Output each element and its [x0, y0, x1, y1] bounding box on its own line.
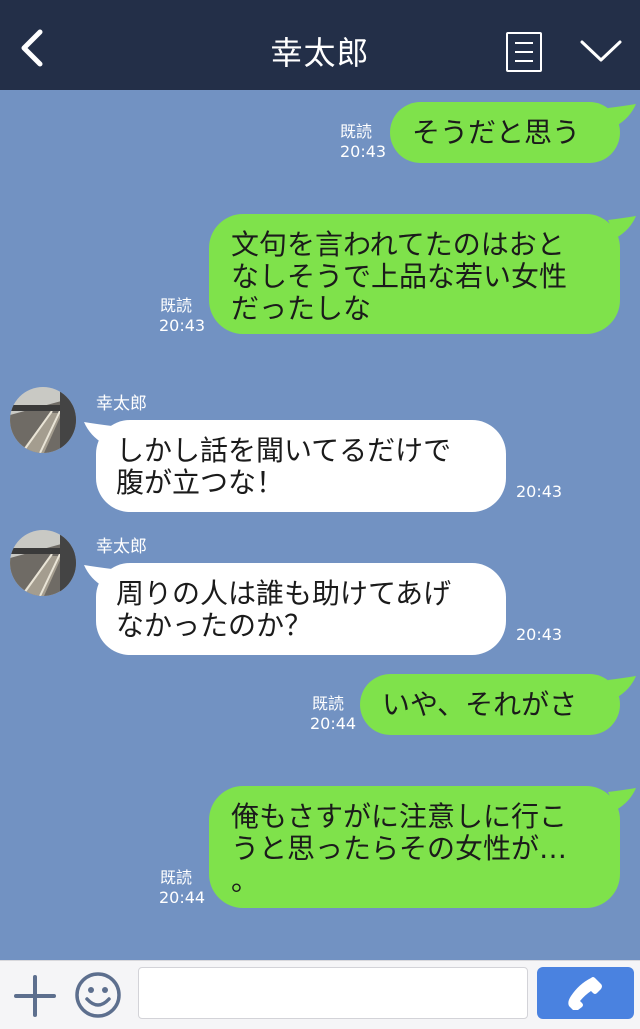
smiley-icon[interactable]	[74, 971, 122, 1019]
message-bubble[interactable]: 文句を言われてたのはおと なしそうで上品な若い女性 だったしな	[209, 214, 620, 334]
chevron-down-icon[interactable]	[578, 36, 624, 66]
message-list[interactable]: 既読 20:43 そうだと思う 既読 20:43 文句を言われてたのはおと なし…	[0, 90, 640, 960]
message-input[interactable]	[138, 967, 528, 1019]
read-receipt: 既読	[160, 296, 193, 315]
phone-icon	[568, 977, 602, 1010]
sender-name: 幸太郎	[96, 394, 147, 414]
bubble-tail	[84, 422, 112, 444]
message-time: 20:43	[516, 482, 563, 501]
note-icon[interactable]	[506, 32, 542, 72]
bubble-tail	[608, 788, 636, 810]
bubble-tail	[84, 565, 112, 587]
message-bubble[interactable]: そうだと思う	[390, 102, 620, 163]
bubble-tail	[608, 676, 636, 698]
avatar[interactable]	[10, 530, 76, 596]
read-receipt: 既読	[160, 868, 193, 887]
message-time: 20:43	[159, 316, 206, 335]
message-time: 20:44	[310, 714, 357, 733]
message-time: 20:43	[340, 142, 387, 161]
chat-header: 幸太郎	[0, 0, 640, 90]
message-bubble[interactable]: 俺もさすがに注意しに行こ うと思ったらその女性が… 。	[209, 786, 620, 908]
avatar[interactable]	[10, 387, 76, 453]
read-receipt: 既読	[340, 122, 373, 141]
chat-title: 幸太郎	[270, 34, 370, 72]
plus-icon[interactable]	[14, 975, 56, 1017]
message-bubble[interactable]: しかし話を聞いてるだけで 腹が立つな！	[96, 420, 506, 512]
message-composer	[0, 960, 640, 1029]
bubble-tail	[608, 104, 636, 126]
message-bubble[interactable]: 周りの人は誰も助けてあげ なかったのか？	[96, 563, 506, 655]
message-time: 20:44	[159, 888, 206, 907]
message-time: 20:43	[516, 625, 563, 644]
message-bubble[interactable]: いや、それがさ	[360, 674, 620, 735]
call-button[interactable]	[537, 967, 634, 1019]
read-receipt: 既読	[312, 694, 345, 713]
sender-name: 幸太郎	[96, 537, 147, 557]
bubble-tail	[608, 216, 636, 238]
